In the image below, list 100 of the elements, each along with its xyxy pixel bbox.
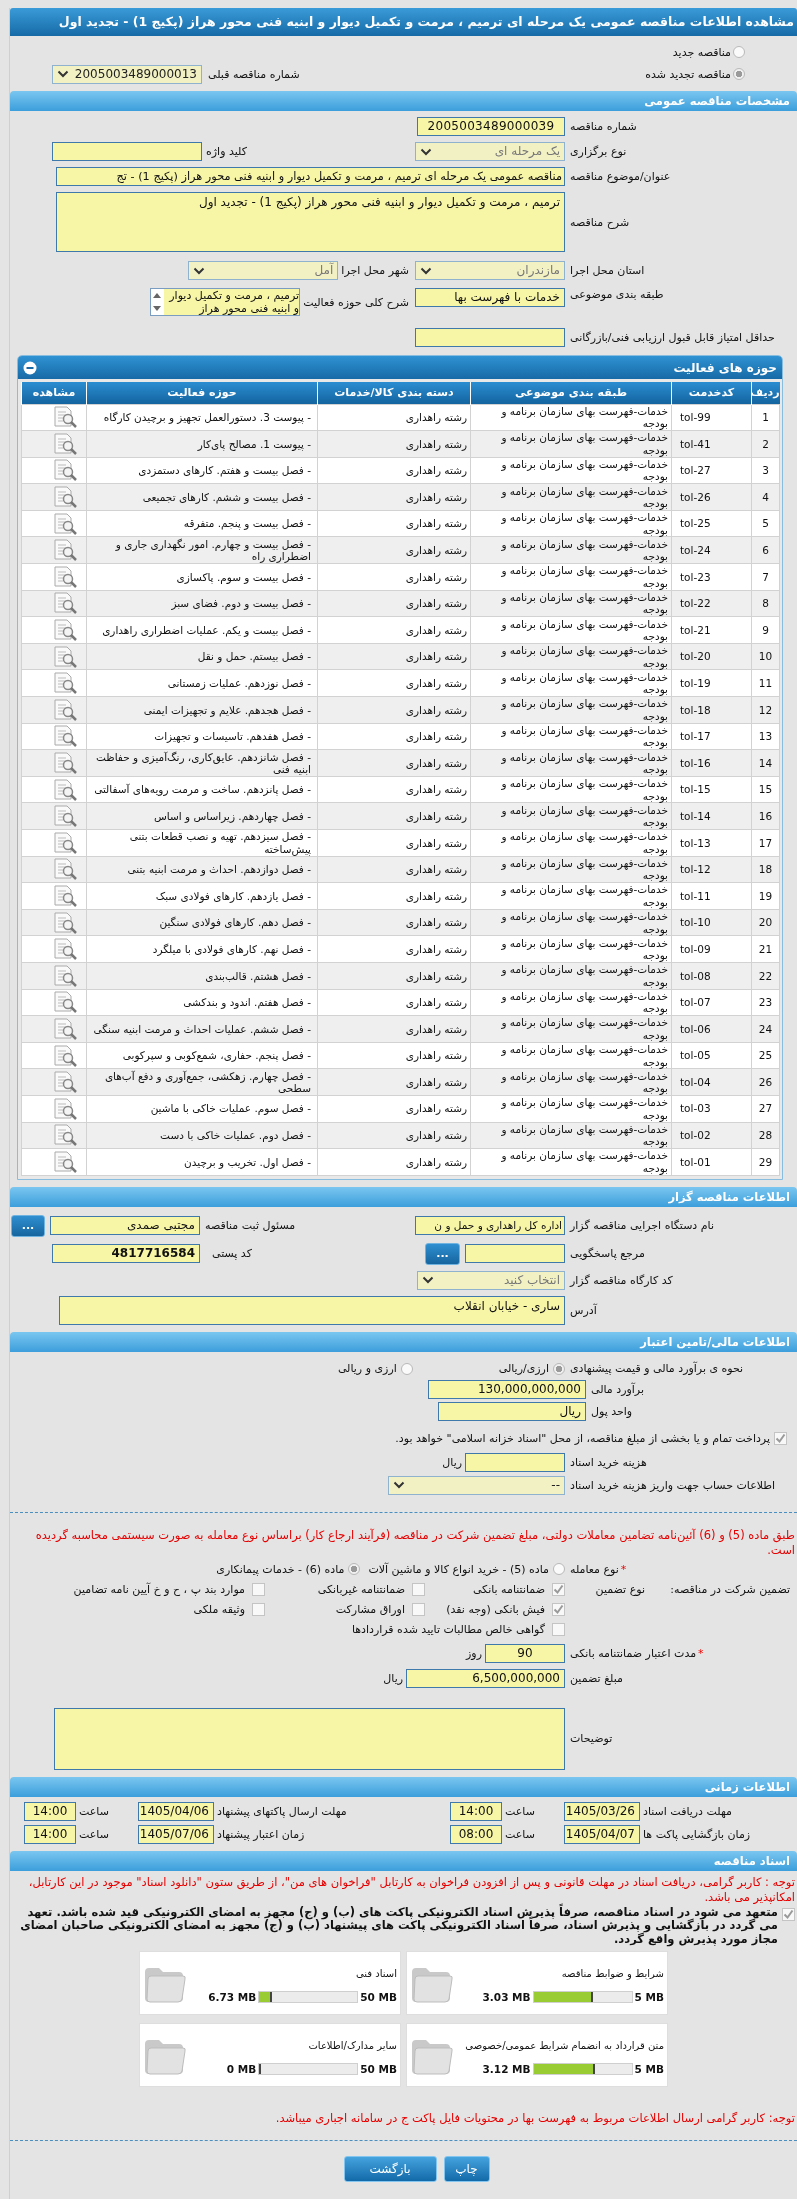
text-field[interactable]: 1405/03/26 <box>564 1801 640 1821</box>
document-search-icon[interactable] <box>52 697 78 722</box>
document-search-icon[interactable] <box>52 485 78 510</box>
checkbox[interactable] <box>252 1603 265 1617</box>
table-cell: رشته راهداری <box>317 696 471 724</box>
text-field[interactable]: 1405/04/06 <box>138 1801 214 1821</box>
checkbox[interactable] <box>412 1603 425 1617</box>
document-search-icon[interactable] <box>52 1016 78 1041</box>
document-search-icon[interactable] <box>52 431 78 456</box>
radio-button[interactable] <box>553 1563 565 1576</box>
document-search-icon[interactable] <box>52 405 78 430</box>
text-field[interactable]: 130,000,000,000 <box>428 1379 586 1399</box>
document-search-icon[interactable] <box>52 671 78 696</box>
document-search-icon[interactable] <box>52 1123 78 1148</box>
list-box[interactable]: ترمیم ، مرمت و تکمیل دیوار و ابنیه فنی محور هراز <box>150 288 301 316</box>
table-cell: خدمات-فهرست بهای سازمان برنامه و بودجه <box>470 404 672 431</box>
table-cell: 16 <box>751 802 780 830</box>
text-area[interactable]: ساری - خیابان انقلاب <box>59 1295 565 1325</box>
dropdown[interactable]: -- <box>388 1475 565 1495</box>
text-field[interactable]: 6,500,000,000 <box>406 1668 565 1688</box>
table-cell: tol-24 <box>671 536 752 564</box>
document-search-icon[interactable] <box>52 1096 78 1121</box>
text-field[interactable]: 1405/07/06 <box>138 1824 214 1844</box>
table-cell: 2 <box>751 430 780 458</box>
document-search-icon[interactable] <box>52 564 78 589</box>
text-field[interactable]: مجتبی صمدی <box>50 1216 200 1236</box>
dropdown[interactable]: آمل <box>188 261 339 280</box>
text-field[interactable] <box>415 328 565 347</box>
radio-button[interactable] <box>400 1362 413 1375</box>
table-cell: خدمات-فهرست بهای سازمان برنامه و بودجه <box>470 563 672 591</box>
column-header: مشاهده <box>21 382 87 404</box>
text-field[interactable] <box>465 1452 565 1472</box>
document-search-icon[interactable] <box>52 830 78 855</box>
table-cell: رشته راهداری <box>317 457 471 484</box>
table-cell: رشته راهداری <box>317 590 471 617</box>
checkbox[interactable] <box>774 1432 787 1446</box>
document-search-icon[interactable] <box>52 937 78 962</box>
checkbox[interactable] <box>552 1583 565 1597</box>
field-label: کد پستی <box>212 1247 252 1261</box>
document-search-icon[interactable] <box>52 618 78 643</box>
text-field[interactable] <box>52 142 202 161</box>
text-area[interactable]: ترمیم ، مرمت و تکمیل دیوار و ابنیه فنی محور هراز (پکیج 1) - تجدید اول <box>56 192 565 252</box>
document-search-icon[interactable] <box>52 990 78 1015</box>
table-cell: 4 <box>751 483 780 511</box>
table-cell: tol-22 <box>671 590 752 617</box>
document-search-icon[interactable] <box>52 591 78 616</box>
text-field[interactable]: 14:00 <box>450 1801 502 1821</box>
action-button[interactable]: چاپ <box>443 2156 490 2183</box>
text-field[interactable]: 4817716584 <box>52 1244 200 1264</box>
checkbox[interactable] <box>252 1583 265 1597</box>
document-search-icon[interactable] <box>52 884 78 908</box>
text-field[interactable]: 90 <box>485 1643 565 1663</box>
checkbox[interactable] <box>782 1907 795 1921</box>
table-cell: 3 <box>751 457 780 484</box>
more-button[interactable]: ... <box>425 1242 460 1265</box>
document-search-icon[interactable] <box>52 963 78 988</box>
dropdown[interactable]: مازندران <box>415 261 565 280</box>
text-field[interactable]: مناقصه عمومی یک مرحله ای ترمیم ، مرمت و تکمیل دیوار و ابنیه فنی محور هراز (پکیج 1) - تج <box>56 167 565 186</box>
table-cell: 23 <box>751 989 780 1016</box>
dropdown[interactable]: انتخاب کنید <box>417 1270 565 1290</box>
dropdown[interactable]: 2005003489000013 <box>52 64 202 84</box>
document-search-icon[interactable] <box>52 458 78 483</box>
text-field[interactable]: 14:00 <box>24 1824 76 1844</box>
document-search-icon[interactable] <box>52 910 78 935</box>
checkbox[interactable] <box>412 1583 425 1597</box>
text-area[interactable] <box>54 1707 565 1770</box>
document-search-icon[interactable] <box>52 724 78 749</box>
radio-button[interactable] <box>733 68 745 80</box>
action-button[interactable]: بازگشت <box>343 2156 437 2183</box>
text-field[interactable]: اداره کل راهداری و حمل و ن <box>415 1216 565 1236</box>
text-field[interactable] <box>465 1244 565 1264</box>
document-search-icon[interactable] <box>52 1070 78 1095</box>
document-search-icon[interactable] <box>52 777 78 802</box>
document-search-icon[interactable] <box>52 804 78 829</box>
table-cell: - فصل هفدهم. تاسیسات و تجهیزات <box>86 723 318 750</box>
table-cell: tol-19 <box>671 669 752 697</box>
checkbox[interactable] <box>552 1623 565 1637</box>
document-search-icon[interactable] <box>52 1149 78 1174</box>
document-search-icon[interactable] <box>52 1043 78 1068</box>
document-search-icon[interactable] <box>52 644 78 669</box>
text-field[interactable]: 1405/04/07 <box>564 1824 640 1844</box>
field-label: ساعت <box>505 1804 535 1818</box>
checkbox[interactable] <box>552 1603 565 1617</box>
radio-button[interactable] <box>733 46 745 58</box>
document-search-icon[interactable] <box>52 538 78 563</box>
document-search-icon[interactable] <box>52 511 78 536</box>
radio-button[interactable] <box>348 1563 361 1576</box>
radio-button[interactable] <box>553 1362 565 1375</box>
table-cell: 15 <box>751 776 780 803</box>
collapse-icon[interactable] <box>23 360 37 375</box>
text-field[interactable]: 08:00 <box>450 1824 502 1844</box>
text-field[interactable]: خدمات با فهرست بها <box>415 288 565 307</box>
document-search-icon[interactable] <box>52 857 78 882</box>
document-search-icon[interactable] <box>52 751 78 775</box>
text-field[interactable]: ریال <box>438 1401 586 1421</box>
text-field[interactable]: 2005003489000039 <box>417 117 565 136</box>
text-field[interactable]: 14:00 <box>24 1801 76 1821</box>
table-cell: رشته راهداری <box>317 563 471 591</box>
more-button[interactable]: ... <box>11 1214 45 1237</box>
dropdown[interactable]: یک مرحله ای <box>415 142 565 161</box>
